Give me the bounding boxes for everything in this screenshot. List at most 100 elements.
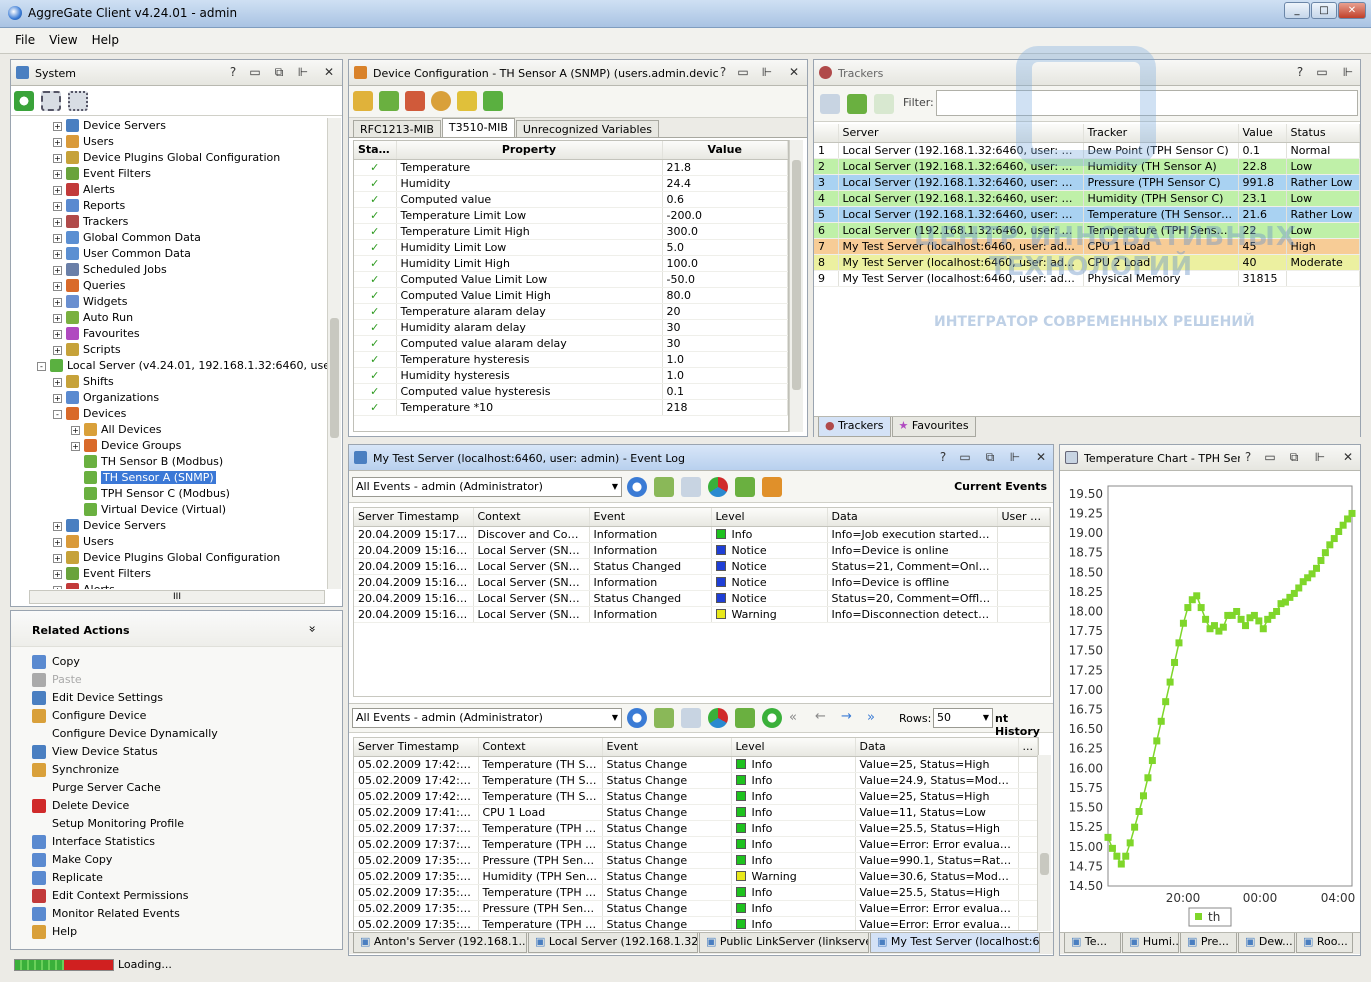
lock-icon[interactable]: [431, 91, 451, 111]
restore-panel-icon[interactable]: ⧉: [271, 65, 287, 80]
save-icon[interactable]: [353, 91, 373, 111]
minimize-panel-icon[interactable]: ▭: [1262, 450, 1278, 464]
collapse-chevron-icon[interactable]: »: [306, 625, 320, 632]
help-icon[interactable]: ?: [715, 65, 731, 79]
col-event[interactable]: Event: [602, 738, 732, 757]
tree-node[interactable]: + Organizations: [11, 390, 327, 406]
history-filter-select[interactable]: All Events - admin (Administrator) ▼: [352, 708, 622, 728]
tree-scrollbar[interactable]: [327, 118, 341, 589]
tree-node[interactable]: - Devices: [11, 406, 327, 422]
config-row[interactable]: ✓ Temperature Limit Low -200.0: [354, 207, 788, 224]
tree-node[interactable]: + Queries: [11, 278, 327, 294]
event-filter-select[interactable]: All Events - admin (Administrator) ▼: [352, 477, 622, 497]
related-action-item[interactable]: Configure Device Dynamically: [32, 725, 218, 743]
tree-node[interactable]: + Auto Run: [11, 310, 327, 326]
last-page-icon[interactable]: »: [867, 710, 875, 725]
col-tracker[interactable]: Tracker: [1083, 124, 1239, 143]
value-cell[interactable]: 218: [662, 399, 788, 416]
open-folder-icon[interactable]: [457, 91, 477, 111]
chart-series-tab[interactable]: ▣ Roo...: [1296, 933, 1353, 953]
related-action-item[interactable]: Copy: [32, 653, 218, 671]
related-action-item[interactable]: Setup Monitoring Profile: [32, 815, 218, 833]
go-icon[interactable]: [627, 477, 647, 497]
event-row[interactable]: 20.04.2009 15:17:18 Discover and Conn... I…: [354, 526, 1050, 543]
event-row[interactable]: 20.04.2009 15:16:45 Local Server (SNMP) In…: [354, 574, 1050, 591]
col-data[interactable]: Data: [855, 738, 1019, 757]
event-row[interactable]: 05.02.2009 17:35:18 Pressure (TPH Senso..…: [354, 852, 1038, 869]
close-panel-icon[interactable]: ✕: [1033, 450, 1049, 464]
minimize-button[interactable]: _: [1284, 2, 1310, 19]
value-cell[interactable]: 300.0: [662, 223, 788, 240]
filter-input[interactable]: [936, 90, 1358, 116]
server-tab[interactable]: ▣ My Test Server (localhost:6...: [870, 933, 1040, 953]
close-button[interactable]: ✕: [1338, 2, 1366, 19]
next-page-icon[interactable]: →: [841, 709, 852, 724]
tree-node[interactable]: +Alerts: [11, 582, 327, 589]
related-action-item[interactable]: Paste: [32, 671, 218, 689]
config-row[interactable]: ✓ Humidity Limit High 100.0: [354, 255, 788, 272]
value-cell[interactable]: -50.0: [662, 271, 788, 288]
edit-filter-icon[interactable]: [681, 708, 701, 728]
tree-node[interactable]: + Device Servers: [11, 518, 327, 534]
related-action-item[interactable]: Synchronize: [32, 761, 218, 779]
tracker-row[interactable]: 8 My Test Server (localhost:6460, user: a…: [814, 254, 1360, 271]
tracker-row[interactable]: 4 Local Server (192.168.1.32:6460, user: …: [814, 190, 1360, 207]
collapse-icon[interactable]: [68, 91, 88, 111]
event-row[interactable]: 05.02.2009 17:37:48 Temperature (TPH S...…: [354, 820, 1038, 837]
event-row[interactable]: 20.04.2009 15:16:48 Local Server (SNMP) St…: [354, 558, 1050, 575]
chart-series-tab[interactable]: ▣ Te...: [1064, 933, 1121, 953]
config-row[interactable]: ✓ Temperature Limit High 300.0: [354, 223, 788, 240]
filter-icon[interactable]: [654, 708, 674, 728]
config-row[interactable]: ✓ Humidity hysteresis 1.0: [354, 367, 788, 384]
edit-tracker-icon[interactable]: [820, 94, 840, 114]
col-status[interactable]: Status: [354, 141, 397, 160]
pin-icon[interactable]: ⊩: [759, 65, 775, 79]
event-row[interactable]: 20.04.2009 15:16:45 Local Server (SNMP) In…: [354, 606, 1050, 623]
chart-series-tab[interactable]: ▣ Dew...: [1238, 933, 1295, 953]
pin-icon[interactable]: ⊩: [1340, 65, 1356, 79]
tree-node[interactable]: + Users: [11, 534, 327, 550]
col-index[interactable]: [814, 124, 839, 143]
config-row[interactable]: ✓ Computed value alaram delay 30: [354, 335, 788, 352]
tree-node[interactable]: Virtual Device (Virtual): [11, 502, 327, 518]
config-row[interactable]: ✓ Computed value hysteresis 0.1: [354, 383, 788, 400]
event-row[interactable]: 05.02.2009 17:41:43 CPU 1 Load Status Chan…: [354, 804, 1038, 821]
tree-node[interactable]: + Scheduled Jobs: [11, 262, 327, 278]
value-cell[interactable]: 1.0: [662, 351, 788, 368]
config-row[interactable]: ✓ Temperature hysteresis 1.0: [354, 351, 788, 368]
related-action-item[interactable]: Edit Context Permissions: [32, 887, 218, 905]
menu-view[interactable]: View: [42, 28, 84, 52]
config-scrollbar[interactable]: [789, 140, 803, 432]
event-row[interactable]: 05.02.2009 17:35:15 Pressure (TPH Senso..…: [354, 900, 1038, 917]
tree-node[interactable]: + Device Plugins Global Configuration: [11, 150, 327, 166]
tree-node[interactable]: + Widgets: [11, 294, 327, 310]
event-row[interactable]: 05.02.2009 17:42:03 Temperature (TH Se...…: [354, 788, 1038, 805]
related-action-item[interactable]: View Device Status: [32, 743, 218, 761]
help-icon[interactable]: ?: [935, 450, 951, 464]
config-row[interactable]: ✓ Humidity alaram delay 30: [354, 319, 788, 336]
tracker-row[interactable]: 1 Local Server (192.168.1.32:6460, user: …: [814, 142, 1360, 159]
event-row[interactable]: 20.04.2009 15:16:45 Local Server (SNMP) St…: [354, 590, 1050, 607]
related-action-item[interactable]: Help: [32, 923, 218, 941]
value-cell[interactable]: 100.0: [662, 255, 788, 272]
col-context[interactable]: Context: [473, 508, 590, 527]
value-cell[interactable]: 0.6: [662, 191, 788, 208]
minimize-panel-icon[interactable]: ▭: [735, 65, 751, 79]
statistics-icon[interactable]: [708, 477, 728, 497]
go-icon[interactable]: [627, 708, 647, 728]
disk-icon[interactable]: [847, 94, 867, 114]
tree-node[interactable]: +Alerts: [11, 182, 327, 198]
refresh-icon[interactable]: [14, 91, 34, 111]
tracker-row[interactable]: 2 Local Server (192.168.1.32:6460, user: …: [814, 158, 1360, 175]
chart-series-tab[interactable]: ▣ Pre...: [1180, 933, 1237, 953]
col-status[interactable]: Status: [1286, 124, 1360, 143]
pin-icon[interactable]: ⊩: [295, 65, 311, 79]
server-tab[interactable]: ▣ Anton's Server (192.168.1...: [353, 933, 527, 953]
value-cell[interactable]: 5.0: [662, 239, 788, 256]
related-action-item[interactable]: Monitor Related Events: [32, 905, 218, 923]
tree-node[interactable]: + Reports: [11, 198, 327, 214]
tab-favourites[interactable]: ★ Favourites: [891, 417, 976, 437]
col-property[interactable]: Property: [396, 141, 663, 160]
config-row[interactable]: ✓ Temperature 21.8: [354, 159, 788, 176]
related-action-item[interactable]: Delete Device: [32, 797, 218, 815]
